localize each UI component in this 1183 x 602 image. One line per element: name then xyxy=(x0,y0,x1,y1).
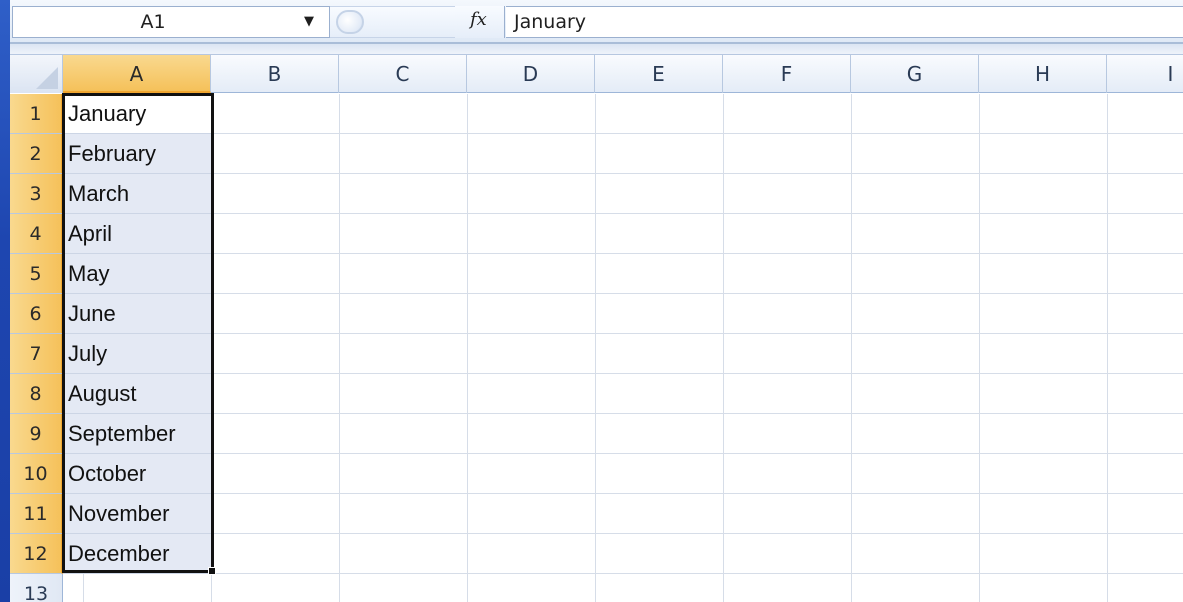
cell-a1[interactable]: January xyxy=(63,94,211,134)
column-header-a[interactable]: A xyxy=(63,55,211,93)
cell-a4[interactable]: April xyxy=(63,214,211,254)
select-all-icon xyxy=(36,67,58,89)
row-header-8[interactable]: 8 xyxy=(10,374,63,414)
name-box[interactable]: A1 ▼ xyxy=(12,6,330,38)
row-header-1[interactable]: 1 xyxy=(10,94,63,134)
chevron-down-icon[interactable]: ▼ xyxy=(299,14,319,30)
row-header-5[interactable]: 5 xyxy=(10,254,63,294)
header-strip xyxy=(10,44,1183,55)
row-header-13[interactable]: 13 xyxy=(10,574,63,602)
column-header-i[interactable]: I xyxy=(1107,55,1183,93)
row-header-12[interactable]: 12 xyxy=(10,534,63,574)
column-header-e[interactable]: E xyxy=(595,55,723,93)
spreadsheet-window: A1 ▼ fx January A B C D E F G H I 1 2 3 … xyxy=(10,0,1183,602)
insert-function-button[interactable]: fx xyxy=(455,6,505,38)
cell-a10[interactable]: October xyxy=(63,454,211,494)
cell-a7[interactable]: July xyxy=(63,334,211,374)
column-header-b[interactable]: B xyxy=(211,55,339,93)
formula-bar: A1 ▼ fx January xyxy=(10,0,1183,44)
row-header-2[interactable]: 2 xyxy=(10,134,63,174)
resize-handle-icon[interactable] xyxy=(336,10,364,34)
column-header-d[interactable]: D xyxy=(467,55,595,93)
cell-a3[interactable]: March xyxy=(63,174,211,214)
cell-a6[interactable]: June xyxy=(63,294,211,334)
row-header-4[interactable]: 4 xyxy=(10,214,63,254)
column-header-h[interactable]: H xyxy=(979,55,1107,93)
row-header-10[interactable]: 10 xyxy=(10,454,63,494)
row-header-6[interactable]: 6 xyxy=(10,294,63,334)
name-box-value: A1 xyxy=(140,11,166,33)
row-header-3[interactable]: 3 xyxy=(10,174,63,214)
cell-a11[interactable]: November xyxy=(63,494,211,534)
cell-a12[interactable]: December xyxy=(63,534,211,574)
cell-grid[interactable] xyxy=(63,94,1183,602)
row-header-9[interactable]: 9 xyxy=(10,414,63,454)
row-header-7[interactable]: 7 xyxy=(10,334,63,374)
column-header-g[interactable]: G xyxy=(851,55,979,93)
cell-a5[interactable]: May xyxy=(63,254,211,294)
formula-bar-splitter xyxy=(330,6,455,38)
select-all-button[interactable] xyxy=(10,55,63,93)
cell-a8[interactable]: August xyxy=(63,374,211,414)
function-icon: fx xyxy=(470,9,487,30)
cell-a9[interactable]: September xyxy=(63,414,211,454)
formula-input[interactable]: January xyxy=(506,6,1183,38)
cell-a2[interactable]: February xyxy=(63,134,211,174)
column-header-c[interactable]: C xyxy=(339,55,467,93)
column-header-f[interactable]: F xyxy=(723,55,851,93)
row-header-11[interactable]: 11 xyxy=(10,494,63,534)
column-headers: A B C D E F G H I xyxy=(10,55,1183,93)
fill-handle[interactable] xyxy=(208,567,216,575)
